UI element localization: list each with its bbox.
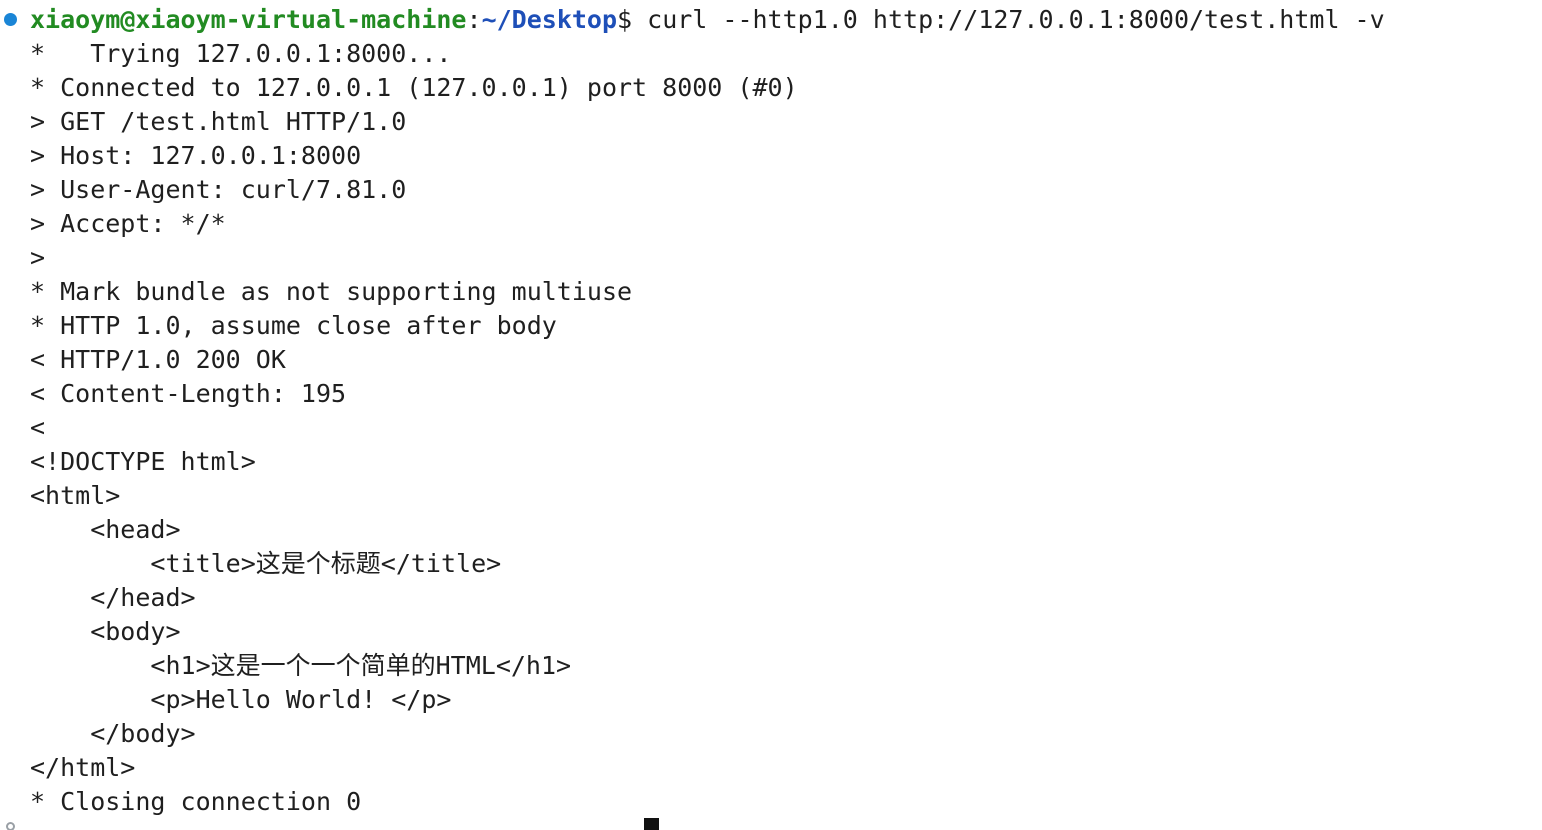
command-status-dot-icon[interactable] (4, 13, 17, 26)
output-line: <h1>这是一个一个简单的HTML</h1> (30, 651, 572, 680)
output-line: * HTTP 1.0, assume close after body (30, 311, 557, 340)
prompt-command: curl --http1.0 http://127.0.0.1:8000/tes… (632, 5, 1385, 34)
prompt-line: xiaoym@xiaoym-virtual-machine:~/Desktop$… (30, 3, 1385, 37)
output-line: <p>Hello World! </p> (30, 685, 452, 714)
prompt-symbol: $ (617, 5, 633, 34)
output-line: </body> (30, 719, 196, 748)
output-line: > Accept: */* (30, 209, 226, 238)
next-command-status-icon[interactable] (6, 822, 15, 830)
output-line: > (30, 243, 46, 272)
output-line: * Connected to 127.0.0.1 (127.0.0.1) por… (30, 73, 798, 102)
terminal-output: xiaoym@xiaoym-virtual-machine:~/Desktop$… (30, 3, 1385, 819)
terminal-window[interactable]: xiaoym@xiaoym-virtual-machine:~/Desktop$… (0, 0, 1542, 830)
output-line: > GET /test.html HTTP/1.0 (30, 107, 407, 136)
output-line: * Trying 127.0.0.1:8000... (30, 39, 452, 68)
output-line: <head> (30, 515, 181, 544)
output-line: </html> (30, 753, 136, 782)
output-line: < (30, 413, 46, 442)
output-line: <body> (30, 617, 181, 646)
output-line: <title>这是个标题</title> (30, 549, 502, 578)
output-line: * Mark bundle as not supporting multiuse (30, 277, 633, 306)
prompt-separator: : (466, 5, 482, 34)
prompt-path: ~/Desktop (481, 5, 618, 34)
output-line: < HTTP/1.0 200 OK (30, 345, 286, 374)
output-line: <!DOCTYPE html> (30, 447, 256, 476)
prompt-user-host: xiaoym@xiaoym-virtual-machine (30, 5, 467, 34)
terminal-gutter (0, 0, 30, 830)
output-line: </head> (30, 583, 196, 612)
output-line: <html> (30, 481, 121, 510)
output-line: < Content-Length: 195 (30, 379, 347, 408)
output-line: > Host: 127.0.0.1:8000 (30, 141, 362, 170)
output-line: * Closing connection 0 (30, 787, 362, 816)
terminal-cursor (644, 818, 659, 830)
output-line: > User-Agent: curl/7.81.0 (30, 175, 407, 204)
